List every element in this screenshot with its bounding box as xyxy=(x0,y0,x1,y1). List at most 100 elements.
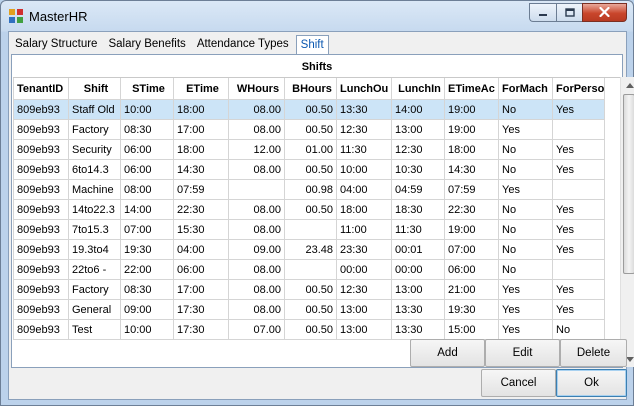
table-cell[interactable]: 09.00 xyxy=(228,239,285,260)
column-header-whours[interactable]: WHours xyxy=(228,78,285,100)
table-cell[interactable]: 19:00 xyxy=(444,219,499,240)
table-cell[interactable]: 809eb93 xyxy=(13,299,69,320)
table-cell[interactable]: 23:30 xyxy=(336,239,392,260)
table-cell[interactable]: 14:30 xyxy=(173,159,229,180)
column-header-tenantid[interactable]: TenantID xyxy=(13,78,69,100)
table-cell[interactable]: 809eb93 xyxy=(13,99,69,120)
table-cell[interactable] xyxy=(284,219,337,240)
table-cell[interactable]: 12:30 xyxy=(391,139,445,160)
table-cell[interactable]: 13:30 xyxy=(336,99,392,120)
table-cell[interactable]: 21:00 xyxy=(444,279,499,300)
table-cell[interactable]: 6to14.3 xyxy=(68,159,121,180)
table-cell[interactable]: 14:00 xyxy=(120,199,174,220)
table-cell[interactable]: Yes xyxy=(498,299,553,320)
table-cell[interactable]: 15:00 xyxy=(444,319,499,340)
table-cell[interactable]: 08.00 xyxy=(228,219,285,240)
table-cell[interactable]: 10:00 xyxy=(120,99,174,120)
table-cell[interactable]: 00:01 xyxy=(391,239,445,260)
column-header-bhours[interactable]: BHours xyxy=(284,78,337,100)
vertical-scrollbar[interactable] xyxy=(620,77,634,367)
tab-salary-structure[interactable]: Salary Structure xyxy=(11,35,101,54)
table-cell[interactable]: 04:00 xyxy=(173,239,229,260)
maximize-button[interactable] xyxy=(556,3,582,22)
table-cell[interactable]: No xyxy=(498,259,553,280)
column-header-etimeac[interactable]: ETimeAc xyxy=(444,78,499,100)
table-cell[interactable]: 22to6 - xyxy=(68,259,121,280)
title-bar[interactable]: MasterHR xyxy=(1,1,633,31)
table-cell[interactable]: 809eb93 xyxy=(13,119,69,140)
table-cell[interactable]: Yes xyxy=(498,119,553,140)
table-cell[interactable]: 12.00 xyxy=(228,139,285,160)
table-row[interactable]: 809eb93 14to22.3 14:00 22:30 08.00 00.50 18:00… xyxy=(13,199,606,220)
add-button[interactable]: Add xyxy=(410,339,485,367)
tab-shift[interactable]: Shift xyxy=(295,35,329,55)
table-cell[interactable]: 07:59 xyxy=(173,179,229,200)
table-cell[interactable]: 809eb93 xyxy=(13,319,69,340)
cancel-button[interactable]: Cancel xyxy=(481,369,556,397)
table-cell[interactable]: 18:00 xyxy=(336,199,392,220)
table-cell[interactable] xyxy=(551,119,606,140)
table-cell[interactable]: Staff Old xyxy=(68,99,121,120)
table-cell[interactable]: 809eb93 xyxy=(13,139,69,160)
table-cell[interactable]: 04:59 xyxy=(391,179,445,200)
table-row[interactable]: 809eb93 Factory 08:30 17:00 08.00 00.50 12:30 1… xyxy=(13,119,606,140)
table-cell[interactable]: 08.00 xyxy=(228,159,285,180)
table-cell[interactable]: 809eb93 xyxy=(13,179,69,200)
table-cell[interactable]: 10:30 xyxy=(391,159,445,180)
table-cell[interactable]: 11:30 xyxy=(336,139,392,160)
scroll-thumb[interactable] xyxy=(623,94,634,274)
edit-button[interactable]: Edit xyxy=(485,339,560,367)
table-cell[interactable]: 22:30 xyxy=(173,199,229,220)
table-cell[interactable]: 08.00 xyxy=(228,99,285,120)
table-cell[interactable]: 809eb93 xyxy=(13,219,69,240)
table-cell[interactable]: Security xyxy=(68,139,121,160)
minimize-button[interactable] xyxy=(529,3,556,22)
table-cell[interactable]: 06:00 xyxy=(120,159,174,180)
table-cell[interactable]: 19:30 xyxy=(444,299,499,320)
table-cell[interactable]: 07:00 xyxy=(444,239,499,260)
table-cell[interactable]: 18:00 xyxy=(173,139,229,160)
table-cell[interactable]: 10:00 xyxy=(336,159,392,180)
table-cell[interactable]: 13:30 xyxy=(391,319,445,340)
table-cell[interactable]: 08.00 xyxy=(228,259,285,280)
table-cell[interactable]: 07:59 xyxy=(444,179,499,200)
table-cell[interactable]: Factory xyxy=(68,279,121,300)
table-cell[interactable]: 18:30 xyxy=(391,199,445,220)
scroll-up-icon[interactable] xyxy=(621,77,634,93)
table-cell[interactable]: 08.00 xyxy=(228,299,285,320)
table-cell[interactable]: 00.50 xyxy=(284,279,337,300)
column-header-lunchout[interactable]: LunchOu xyxy=(336,78,392,100)
table-cell[interactable]: 10:00 xyxy=(120,319,174,340)
table-cell[interactable]: 13:00 xyxy=(391,119,445,140)
table-cell[interactable]: 19:00 xyxy=(444,99,499,120)
table-cell[interactable]: 00.50 xyxy=(284,159,337,180)
table-cell[interactable] xyxy=(284,259,337,280)
table-cell[interactable]: Yes xyxy=(551,139,606,160)
table-cell[interactable]: Yes xyxy=(551,219,606,240)
table-cell[interactable]: 00:00 xyxy=(391,259,445,280)
table-cell[interactable]: 13:00 xyxy=(336,319,392,340)
column-header-formach[interactable]: ForMach xyxy=(498,78,553,100)
table-cell[interactable]: Yes xyxy=(551,199,606,220)
table-cell[interactable]: No xyxy=(498,99,553,120)
close-button[interactable] xyxy=(582,3,627,22)
table-cell[interactable]: Yes xyxy=(551,279,606,300)
table-cell[interactable]: 809eb93 xyxy=(13,159,69,180)
table-cell[interactable]: 07.00 xyxy=(228,319,285,340)
ok-button[interactable]: Ok xyxy=(556,369,627,397)
table-cell[interactable]: 18:00 xyxy=(444,139,499,160)
table-cell[interactable]: Yes xyxy=(551,159,606,180)
table-cell[interactable] xyxy=(228,179,285,200)
table-row[interactable]: 809eb93 General 09:00 17:30 08.00 00.50 13:00 1… xyxy=(13,299,606,320)
table-cell[interactable] xyxy=(551,179,606,200)
table-cell[interactable]: 809eb93 xyxy=(13,279,69,300)
table-cell[interactable]: 14:30 xyxy=(444,159,499,180)
table-cell[interactable]: 22:00 xyxy=(120,259,174,280)
table-row[interactable]: 809eb93 Security 06:00 18:00 12.00 01.00 11:30… xyxy=(13,139,606,160)
column-header-forperso[interactable]: ForPerso xyxy=(551,78,606,100)
table-cell[interactable]: 17:00 xyxy=(173,279,229,300)
table-cell[interactable]: 00.50 xyxy=(284,199,337,220)
table-cell[interactable]: 04:00 xyxy=(336,179,392,200)
table-cell[interactable]: 19.3to4 xyxy=(68,239,121,260)
table-cell[interactable]: 08:30 xyxy=(120,279,174,300)
